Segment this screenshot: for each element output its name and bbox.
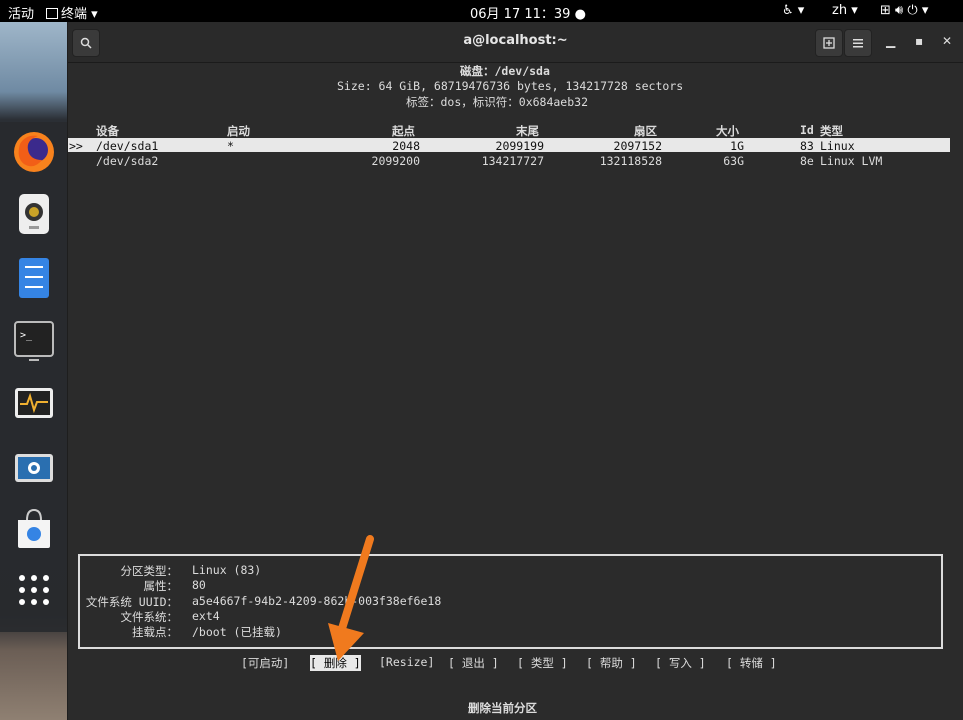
chevron-down-icon: ▾ (793, 3, 805, 18)
row-boot: * (227, 139, 234, 153)
speaker-icon (19, 194, 49, 234)
info-label-type: 分区类型： (120, 564, 179, 578)
row-id: 8e (800, 154, 814, 168)
menu-button[interactable] (844, 29, 872, 57)
info-value-attrs: 80 (192, 578, 206, 592)
firefox-launcher[interactable] (12, 130, 56, 174)
info-value-mount: /boot (已挂载) (192, 625, 282, 639)
row-end: 2099199 (495, 139, 544, 153)
terminal-icon: >_ (14, 321, 54, 361)
chevron-down-icon: ▾ (87, 7, 98, 22)
header-type: 类型 (820, 124, 843, 138)
input-method-menu[interactable]: zh ▾ (832, 3, 858, 18)
header-end: 末尾 (516, 124, 539, 138)
hamburger-icon (853, 39, 863, 48)
header-device: 设备 (96, 124, 119, 138)
new-tab-icon (823, 37, 835, 49)
accessibility-icon: ♿ (782, 3, 794, 18)
maximize-icon: ▪ (915, 34, 924, 48)
activities-button[interactable]: 活动 (8, 3, 34, 22)
menu-quit[interactable]: [ 退出 ] (448, 655, 499, 671)
app-grid-icon (19, 575, 49, 605)
menu-dump[interactable]: [ 转储 ] (726, 655, 777, 671)
system-monitor-icon (15, 388, 53, 418)
menu-resize[interactable]: [Resize] (379, 655, 434, 669)
accessibility-menu[interactable]: ♿ ▾ (782, 3, 804, 18)
header-start: 起点 (392, 124, 415, 138)
svg-text:>_: >_ (20, 330, 33, 341)
top-bar: 活动 终端 ▾ 06月 17 11：39 ● ♿ ▾ zh ▾ ⊞ 🔊︎ ⏻ ▾ (0, 0, 963, 22)
terminal-launcher[interactable]: >_ (12, 318, 56, 362)
network-icon: ⊞ (880, 3, 891, 18)
row-sectors: 132118528 (599, 154, 662, 168)
firefox-icon (14, 132, 54, 172)
minimize-icon: ▁ (886, 34, 896, 48)
system-menu[interactable]: ⊞ 🔊︎ ⏻ ▾ (880, 3, 928, 18)
header-boot: 启动 (227, 124, 250, 138)
row-size: 1G (730, 139, 744, 153)
row-end: 134217727 (481, 154, 544, 168)
row-size: 63G (723, 154, 744, 168)
language-label: zh (832, 3, 848, 18)
row-marker: >> (69, 139, 83, 153)
new-tab-button[interactable] (815, 29, 843, 57)
title-bar: a@localhost:~ ▁ ▪ ✕ (68, 22, 963, 63)
menu-type[interactable]: [ 类型 ] (517, 655, 568, 671)
power-icon: ⏻ (907, 3, 918, 18)
app-menu-label: 终端 (61, 7, 88, 22)
app-menu[interactable]: 终端 ▾ (46, 3, 98, 22)
annotation-arrow (328, 535, 374, 661)
row-sectors: 2097152 (613, 139, 662, 153)
row-id: 83 (800, 139, 814, 153)
terminal-area[interactable]: 磁盘：/dev/sda Size: 64 GiB, 68719476736 by… (68, 63, 963, 720)
info-label-fs: 文件系统： (120, 610, 179, 624)
clock-label: 06月 17 11：39 (470, 7, 571, 22)
status-line: 删除当前分区 (468, 701, 537, 715)
terminal-small-icon (46, 8, 58, 19)
row-start: 2099200 (371, 154, 420, 168)
close-icon: ✕ (942, 34, 953, 48)
notification-dot-icon: ● (570, 7, 586, 22)
files-launcher[interactable] (12, 256, 56, 300)
disk-name: 磁盘：/dev/sda (460, 64, 550, 78)
row-start: 2048 (392, 139, 420, 153)
info-value-type: Linux (83) (192, 563, 262, 577)
menu-help[interactable]: [ 帮助 ] (586, 655, 637, 671)
info-label-uuid: 文件系统 UUID： (85, 595, 178, 609)
info-value-fs: ext4 (192, 609, 220, 623)
row-device: /dev/sda1 (96, 139, 159, 153)
close-button[interactable]: ✕ (942, 34, 952, 48)
row-type: Linux LVM (820, 154, 883, 168)
chevron-down-icon: ▾ (847, 3, 858, 18)
chevron-down-icon: ▾ (921, 3, 929, 18)
disk-label: 标签：dos，标识符：0x684aeb32 (406, 95, 589, 109)
terminal-window: a@localhost:~ ▁ ▪ ✕ 磁盘：/dev/sda Size: 64… (68, 22, 963, 720)
maximize-button[interactable]: ▪ (915, 34, 923, 48)
clock[interactable]: 06月 17 11：39 ● (470, 3, 586, 22)
menu-bootable[interactable]: [可启动] (241, 655, 289, 671)
menu-write[interactable]: [ 写入 ] (655, 655, 706, 671)
minimize-button[interactable]: ▁ (886, 34, 895, 48)
dash-dock: >_ (0, 22, 67, 720)
volume-icon: 🔊︎ (895, 3, 904, 18)
disk-size: Size: 64 GiB, 68719476736 bytes, 1342177… (337, 79, 684, 93)
info-label-mount: 挂载点： (132, 625, 178, 639)
info-label-attrs: 属性： (143, 579, 179, 593)
rhythmbox-launcher[interactable] (12, 192, 56, 236)
software-bag-icon (18, 508, 50, 548)
row-type: Linux (820, 139, 855, 153)
info-value-uuid: a5e4667f-94b2-4209-862b-003f38ef6e18 (192, 594, 442, 608)
header-sectors: 扇区 (634, 124, 657, 138)
header-id: Id (800, 123, 814, 137)
header-size: 大小 (716, 124, 739, 138)
files-icon (19, 258, 49, 298)
screenshot-launcher[interactable] (12, 446, 56, 490)
show-applications-button[interactable] (12, 568, 56, 612)
system-monitor-launcher[interactable] (12, 382, 56, 426)
row-device[interactable]: /dev/sda2 (96, 154, 158, 168)
software-launcher[interactable] (12, 506, 56, 550)
camera-icon (15, 454, 53, 482)
